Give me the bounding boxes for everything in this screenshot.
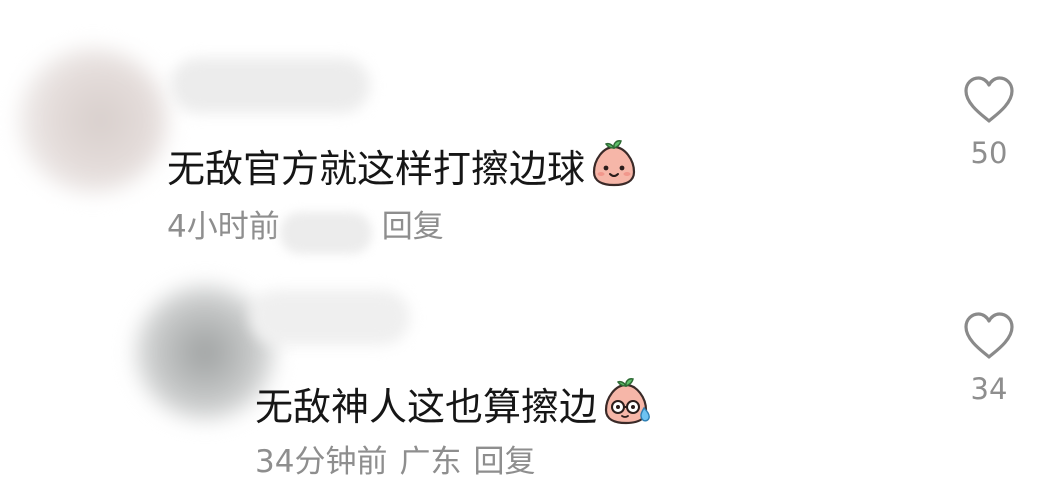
comment-item: 无敌神人这也算擦边 34分钟前 广东 回复 34: [0, 260, 1053, 494]
author-name-blurred[interactable]: [170, 58, 370, 113]
comment-text: 无敌官方就这样打擦边球: [167, 138, 639, 198]
comment-body: 无敌神人这也算擦边: [255, 385, 598, 429]
like-count: 34: [970, 372, 1008, 406]
comment-time: 34分钟前: [255, 444, 388, 480]
avatar[interactable]: [18, 48, 168, 193]
reply-button[interactable]: 回复: [382, 208, 444, 246]
like-button[interactable]: 50: [955, 74, 1023, 170]
comment-meta: 34分钟前 广东 回复: [255, 443, 535, 481]
comment-text: 无敌神人这也算擦边: [255, 376, 651, 436]
peach-smile-emoji-icon: [589, 138, 639, 198]
like-button[interactable]: 34: [955, 310, 1023, 406]
comment-meta: 4小时前 回复: [167, 208, 444, 254]
comment-location: 广东: [399, 444, 462, 480]
location-blurred: [279, 211, 372, 254]
heart-outline-icon[interactable]: [961, 74, 1017, 126]
peach-sweat-glasses-emoji-icon: [601, 376, 651, 436]
comment-item: 无敌官方就这样打擦边球 4小时前 回复 50: [0, 0, 1053, 260]
comment-body: 无敌官方就这样打擦边球: [167, 147, 586, 191]
author-name-blurred[interactable]: [250, 290, 410, 345]
reply-button[interactable]: 回复: [473, 443, 535, 481]
heart-outline-icon[interactable]: [961, 310, 1017, 362]
like-count: 50: [970, 136, 1008, 170]
comment-time: 4小时前: [167, 209, 280, 245]
